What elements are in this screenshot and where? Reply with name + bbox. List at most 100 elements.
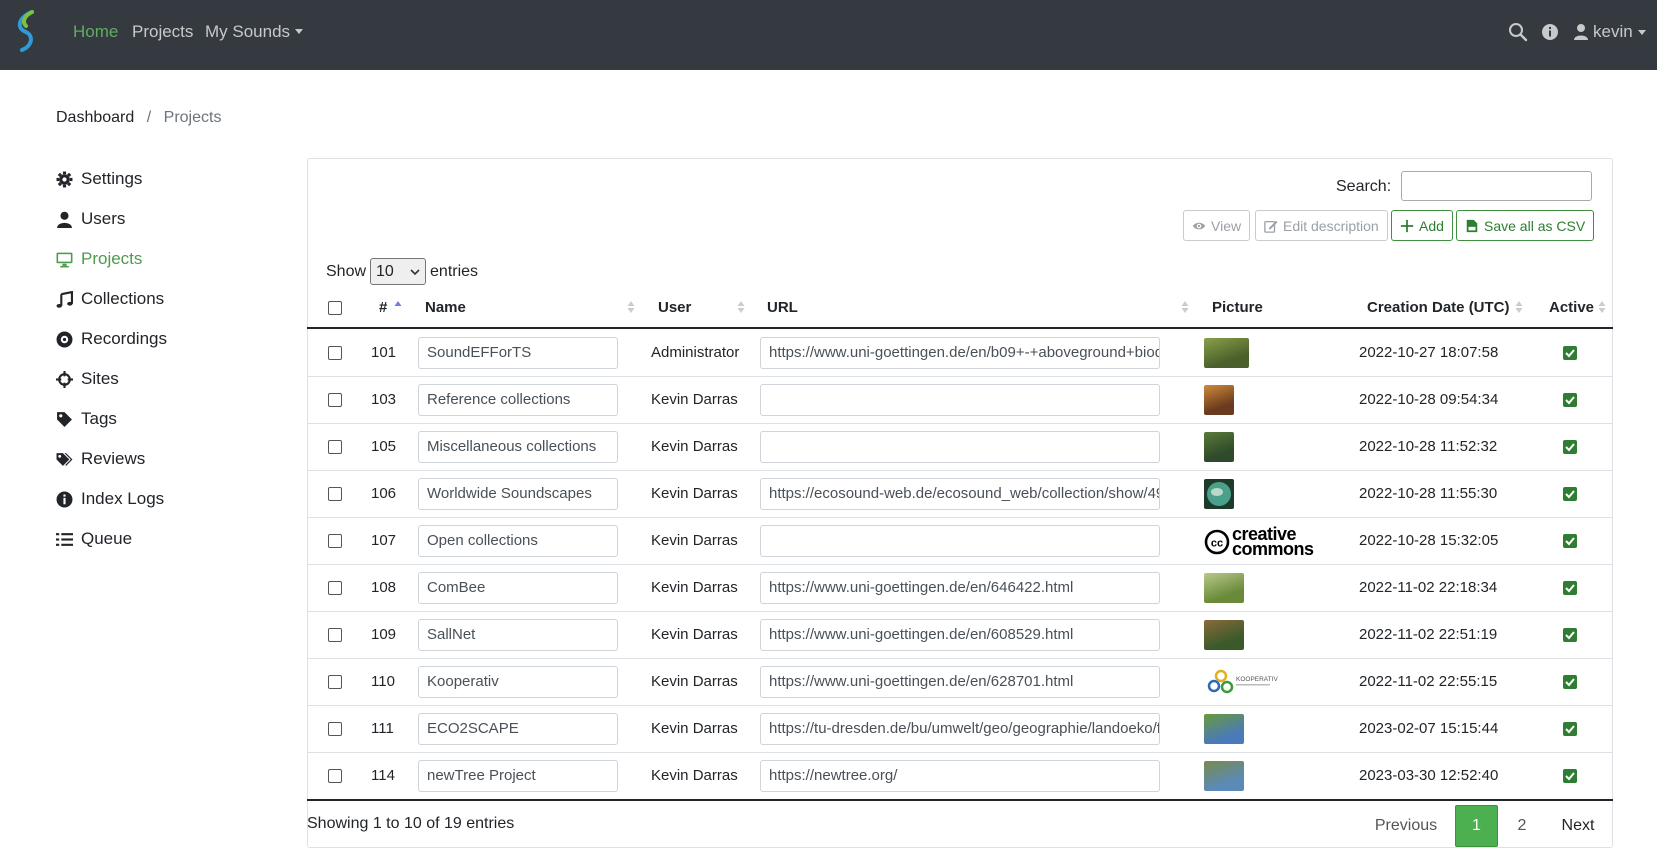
row-select-checkbox[interactable] [328, 392, 342, 407]
project-url-input[interactable] [760, 430, 1160, 463]
project-name-input[interactable]: Worldwide Soundscapes [418, 477, 618, 510]
row-id: 107 [371, 531, 397, 549]
active-checkbox[interactable] [1563, 533, 1577, 548]
project-picture[interactable] [1204, 337, 1249, 368]
row-select-checkbox[interactable] [328, 486, 342, 501]
row-user: Kevin Darras [651, 625, 738, 643]
nav-home[interactable]: Home [73, 22, 118, 42]
project-name-input[interactable]: Miscellaneous collections [418, 430, 618, 463]
column-header-picture: Picture [1212, 299, 1263, 316]
row-select-checkbox[interactable] [328, 768, 342, 783]
row-select-checkbox[interactable] [328, 721, 342, 736]
active-checkbox[interactable] [1563, 392, 1577, 407]
project-name-input[interactable]: SoundEFForTS [418, 336, 618, 369]
active-checkbox[interactable] [1563, 627, 1577, 642]
column-header-user[interactable]: User [658, 299, 691, 316]
user-name: kevin [1593, 22, 1633, 41]
search-icon[interactable] [1508, 22, 1528, 42]
app-logo-icon[interactable] [12, 10, 38, 52]
row-select-checkbox[interactable] [328, 674, 342, 689]
row-select-checkbox[interactable] [328, 439, 342, 454]
sidebar-item-reviews[interactable]: Reviews [56, 446, 145, 472]
project-name-input[interactable]: Reference collections [418, 383, 618, 416]
sidebar-item-label: Users [81, 209, 126, 228]
view-button[interactable]: View [1183, 210, 1251, 241]
project-picture[interactable] [1204, 760, 1244, 791]
project-url-input[interactable]: https://newtree.org/ [760, 759, 1160, 792]
sidebar-item-label: Sites [81, 369, 119, 388]
select-all-checkbox[interactable] [328, 301, 342, 315]
project-url-input[interactable] [760, 524, 1160, 557]
project-picture[interactable]: KOOPERATIV [1206, 669, 1278, 695]
project-picture[interactable] [1204, 619, 1244, 650]
sidebar-item-collections[interactable]: Collections [56, 286, 164, 312]
sidebar-item-tags[interactable]: Tags [56, 406, 117, 432]
breadcrumb: Dashboard / Projects [56, 109, 221, 127]
save-csv-button[interactable]: Save all as CSV [1456, 210, 1595, 241]
add-button[interactable]: Add [1391, 210, 1453, 241]
music-icon [56, 290, 73, 308]
project-url-input[interactable]: https://tu-dresden.de/bu/umwelt/geo/geog… [760, 712, 1160, 745]
column-header-active[interactable]: Active [1549, 299, 1594, 316]
active-checkbox[interactable] [1563, 439, 1577, 454]
project-name-input[interactable]: ECO2SCAPE [418, 712, 618, 745]
check-icon [1565, 536, 1575, 545]
column-header-url[interactable]: URL [767, 299, 798, 316]
active-checkbox[interactable] [1563, 721, 1577, 736]
project-picture[interactable]: cc creative commons [1204, 524, 1334, 559]
row-select-checkbox[interactable] [328, 533, 342, 548]
project-picture[interactable] [1204, 572, 1244, 603]
active-checkbox[interactable] [1563, 580, 1577, 595]
row-creation-date: 2022-10-28 15:32:05 [1359, 531, 1499, 549]
project-url-input[interactable]: https://ecosound-web.de/ecosound_web/col… [760, 477, 1160, 510]
row-divider [307, 658, 1613, 659]
info-icon[interactable] [1540, 22, 1560, 42]
column-header-name[interactable]: Name [425, 299, 466, 316]
sidebar-item-projects[interactable]: Projects [56, 246, 142, 272]
project-name-input[interactable]: Kooperativ [418, 665, 618, 698]
project-url-input[interactable]: https://www.uni-goettingen.de/en/628701.… [760, 665, 1160, 698]
active-checkbox[interactable] [1563, 674, 1577, 689]
plus-icon [1400, 219, 1414, 232]
project-url-input[interactable] [760, 383, 1160, 416]
project-picture[interactable] [1204, 384, 1234, 415]
project-picture[interactable] [1204, 478, 1234, 509]
project-picture[interactable] [1204, 431, 1234, 462]
pagination-previous[interactable]: Previous [1363, 805, 1449, 847]
project-name-input[interactable]: ComBee [418, 571, 618, 604]
column-header-creation-date[interactable]: Creation Date (UTC) [1367, 299, 1510, 316]
entries-per-page-select[interactable]: 10 [370, 258, 427, 285]
breadcrumb-dashboard[interactable]: Dashboard [56, 109, 134, 126]
row-id: 110 [371, 672, 395, 690]
pagination-page-1[interactable]: 1 [1455, 805, 1498, 847]
sidebar-item-settings[interactable]: Settings [56, 166, 142, 192]
view-button-label: View [1211, 217, 1242, 234]
pagination-next[interactable]: Next [1547, 805, 1609, 847]
sidebar-item-queue[interactable]: Queue [56, 526, 132, 552]
project-name-input[interactable]: Open collections [418, 524, 618, 557]
row-select-checkbox[interactable] [328, 580, 342, 595]
search-input[interactable] [1401, 171, 1592, 201]
project-name-input[interactable]: newTree Project [418, 759, 618, 792]
active-checkbox[interactable] [1563, 768, 1577, 783]
active-checkbox[interactable] [1563, 345, 1577, 360]
edit-description-button[interactable]: Edit description [1255, 210, 1388, 241]
project-url-input[interactable]: https://www.uni-goettingen.de/en/b09+-+a… [760, 336, 1160, 369]
project-name-input[interactable]: SallNet [418, 618, 618, 651]
nav-projects[interactable]: Projects [132, 22, 193, 42]
sidebar-item-users[interactable]: Users [56, 206, 125, 232]
column-header-id[interactable]: # [379, 299, 387, 316]
pagination-page-2[interactable]: 2 [1501, 805, 1543, 847]
row-select-checkbox[interactable] [328, 345, 342, 360]
active-checkbox[interactable] [1563, 486, 1577, 501]
project-picture[interactable] [1204, 713, 1244, 744]
sidebar-item-index-logs[interactable]: Index Logs [56, 486, 164, 512]
project-url-input[interactable]: https://www.uni-goettingen.de/en/646422.… [760, 571, 1160, 604]
sidebar-item-sites[interactable]: Sites [56, 366, 119, 392]
row-select-checkbox[interactable] [328, 627, 342, 642]
user-menu[interactable]: kevin [1573, 22, 1646, 42]
project-url-input[interactable]: https://www.uni-goettingen.de/en/608529.… [760, 618, 1160, 651]
nav-my-sounds[interactable]: My Sounds [205, 22, 304, 42]
sort-both-icon [1515, 301, 1523, 313]
sidebar-item-recordings[interactable]: Recordings [56, 326, 167, 352]
